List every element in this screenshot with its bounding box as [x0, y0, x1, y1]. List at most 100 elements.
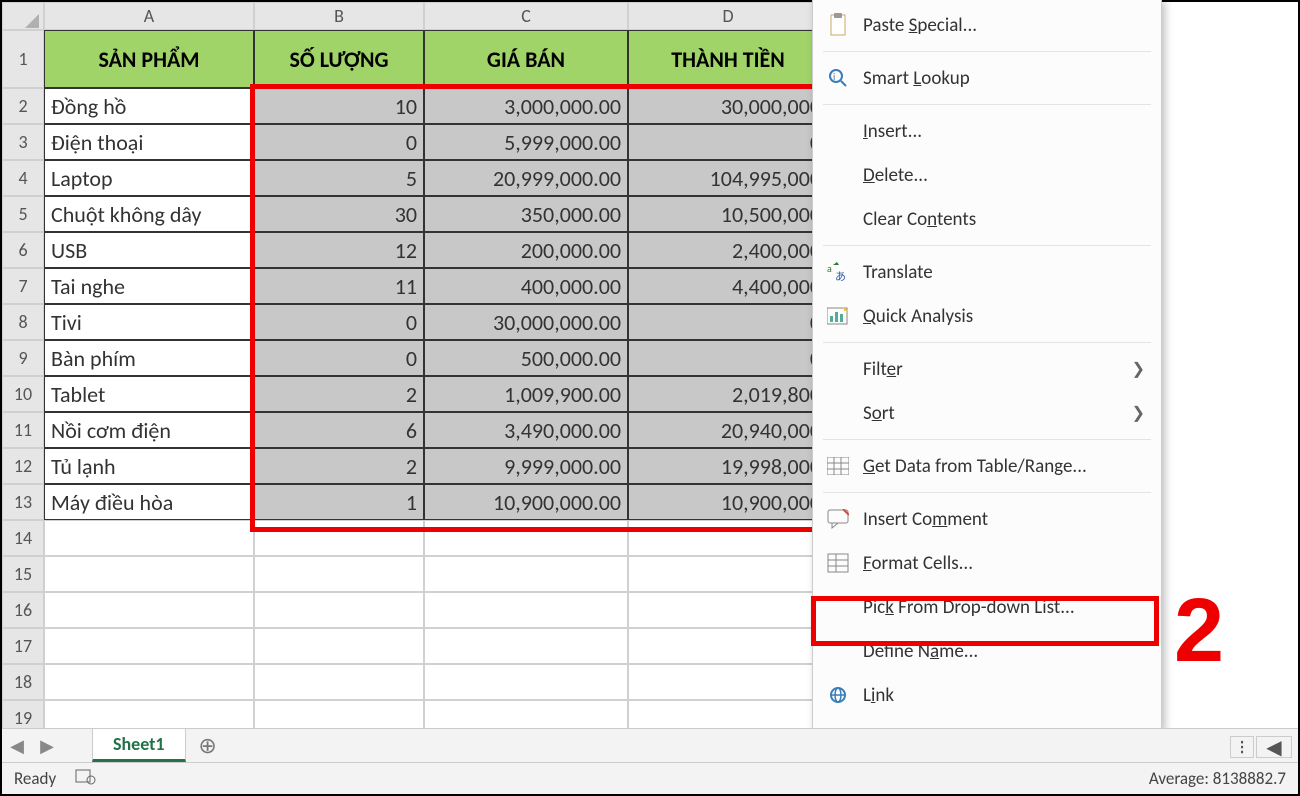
cell-A11[interactable]: Nồi cơm điện	[44, 412, 254, 448]
cell-A10[interactable]: Tablet	[44, 376, 254, 412]
cell-B3[interactable]: 0	[254, 124, 424, 160]
column-header-D[interactable]: D	[628, 2, 828, 30]
cell-B4[interactable]: 5	[254, 160, 424, 196]
cell-C17[interactable]	[424, 628, 628, 664]
menu-get-data[interactable]: Get Data from Table/Range...	[813, 444, 1161, 488]
row-header[interactable]: 1	[2, 30, 44, 88]
menu-filter[interactable]: Filter ❯	[813, 347, 1161, 391]
row-header[interactable]: 3	[2, 124, 44, 160]
column-header-A[interactable]: A	[44, 2, 254, 30]
cell-B7[interactable]: 11	[254, 268, 424, 304]
cell-B11[interactable]: 6	[254, 412, 424, 448]
column-header-C[interactable]: C	[424, 2, 628, 30]
cell-B13[interactable]: 1	[254, 484, 424, 520]
cell-A18[interactable]	[44, 664, 254, 700]
cell-A1[interactable]: SẢN PHẨM	[44, 30, 254, 88]
row-header[interactable]: 8	[2, 304, 44, 340]
cell-C9[interactable]: 500,000.00	[424, 340, 628, 376]
cell-D3[interactable]: 0	[628, 124, 828, 160]
cell-B17[interactable]	[254, 628, 424, 664]
cell-C11[interactable]: 3,490,000.00	[424, 412, 628, 448]
menu-translate[interactable]: aあ Translate	[813, 250, 1161, 294]
row-header[interactable]: 13	[2, 484, 44, 520]
cell-C2[interactable]: 3,000,000.00	[424, 88, 628, 124]
menu-quick-analysis[interactable]: Quick Analysis	[813, 294, 1161, 338]
cell-C8[interactable]: 30,000,000.00	[424, 304, 628, 340]
cell-C18[interactable]	[424, 664, 628, 700]
cell-A15[interactable]	[44, 556, 254, 592]
row-header[interactable]: 2	[2, 88, 44, 124]
cell-D10[interactable]: 2,019,800	[628, 376, 828, 412]
cell-A14[interactable]	[44, 520, 254, 556]
add-sheet-button[interactable]: ⊕	[186, 729, 230, 763]
cell-B9[interactable]: 0	[254, 340, 424, 376]
cell-A8[interactable]: Tivi	[44, 304, 254, 340]
cell-A5[interactable]: Chuột không dây	[44, 196, 254, 232]
cell-C14[interactable]	[424, 520, 628, 556]
cell-D15[interactable]	[628, 556, 828, 592]
cell-C10[interactable]: 1,009,900.00	[424, 376, 628, 412]
menu-format-cells[interactable]: Format Cells...	[813, 541, 1161, 585]
cell-C13[interactable]: 10,900,000.00	[424, 484, 628, 520]
row-header[interactable]: 12	[2, 448, 44, 484]
cell-B18[interactable]	[254, 664, 424, 700]
cell-C16[interactable]	[424, 592, 628, 628]
cell-C12[interactable]: 9,999,000.00	[424, 448, 628, 484]
menu-smart-lookup[interactable]: i Smart Lookup	[813, 56, 1161, 100]
cell-B2[interactable]: 10	[254, 88, 424, 124]
cell-A16[interactable]	[44, 592, 254, 628]
cell-A12[interactable]: Tủ lạnh	[44, 448, 254, 484]
cell-C15[interactable]	[424, 556, 628, 592]
sheet-tab-active[interactable]: Sheet1	[92, 729, 186, 762]
menu-paste-special[interactable]: Paste Special...	[813, 3, 1161, 47]
cell-A17[interactable]	[44, 628, 254, 664]
cell-A3[interactable]: Điện thoại	[44, 124, 254, 160]
cell-D16[interactable]	[628, 592, 828, 628]
cell-D8[interactable]: 0	[628, 304, 828, 340]
row-header[interactable]: 9	[2, 340, 44, 376]
row-header[interactable]: 4	[2, 160, 44, 196]
scroll-left-button[interactable]: ⁝	[1230, 736, 1254, 758]
cell-D9[interactable]: 0	[628, 340, 828, 376]
cell-A9[interactable]: Bàn phím	[44, 340, 254, 376]
cell-D17[interactable]	[628, 628, 828, 664]
menu-clear-contents[interactable]: Clear Contents	[813, 197, 1161, 241]
cell-D11[interactable]: 20,940,000	[628, 412, 828, 448]
row-header[interactable]: 17	[2, 628, 44, 664]
cell-D18[interactable]	[628, 664, 828, 700]
cell-D12[interactable]: 19,998,000	[628, 448, 828, 484]
cell-A13[interactable]: Máy điều hòa	[44, 484, 254, 520]
cell-D14[interactable]	[628, 520, 828, 556]
cell-D5[interactable]: 10,500,000	[628, 196, 828, 232]
cell-B16[interactable]	[254, 592, 424, 628]
cell-D4[interactable]: 104,995,000	[628, 160, 828, 196]
column-header-B[interactable]: B	[254, 2, 424, 30]
menu-insert[interactable]: Insert...	[813, 109, 1161, 153]
cell-C3[interactable]: 5,999,000.00	[424, 124, 628, 160]
menu-insert-comment[interactable]: Insert Comment	[813, 497, 1161, 541]
cell-A2[interactable]: Đồng hồ	[44, 88, 254, 124]
cell-D7[interactable]: 4,400,000	[628, 268, 828, 304]
macro-record-icon[interactable]	[74, 767, 96, 790]
row-header[interactable]: 10	[2, 376, 44, 412]
cell-A7[interactable]: Tai nghe	[44, 268, 254, 304]
cell-B15[interactable]	[254, 556, 424, 592]
row-header[interactable]: 11	[2, 412, 44, 448]
cell-D6[interactable]: 2,400,000	[628, 232, 828, 268]
cell-D1[interactable]: THÀNH TIỀN	[628, 30, 828, 88]
cell-C5[interactable]: 350,000.00	[424, 196, 628, 232]
cell-C7[interactable]: 400,000.00	[424, 268, 628, 304]
menu-pick-list[interactable]: Pick From Drop-down List...	[813, 585, 1161, 629]
cell-D13[interactable]: 10,900,000	[628, 484, 828, 520]
cell-B10[interactable]: 2	[254, 376, 424, 412]
cell-D2[interactable]: 30,000,000	[628, 88, 828, 124]
row-header[interactable]: 7	[2, 268, 44, 304]
row-header[interactable]: 5	[2, 196, 44, 232]
cell-C1[interactable]: GIÁ BÁN	[424, 30, 628, 88]
menu-define-name[interactable]: Define Name...	[813, 629, 1161, 673]
menu-sort[interactable]: Sort ❯	[813, 391, 1161, 435]
scroll-left-button[interactable]: ◀	[1256, 736, 1292, 758]
cell-B14[interactable]	[254, 520, 424, 556]
select-all-corner[interactable]	[2, 2, 44, 30]
row-header[interactable]: 14	[2, 520, 44, 556]
